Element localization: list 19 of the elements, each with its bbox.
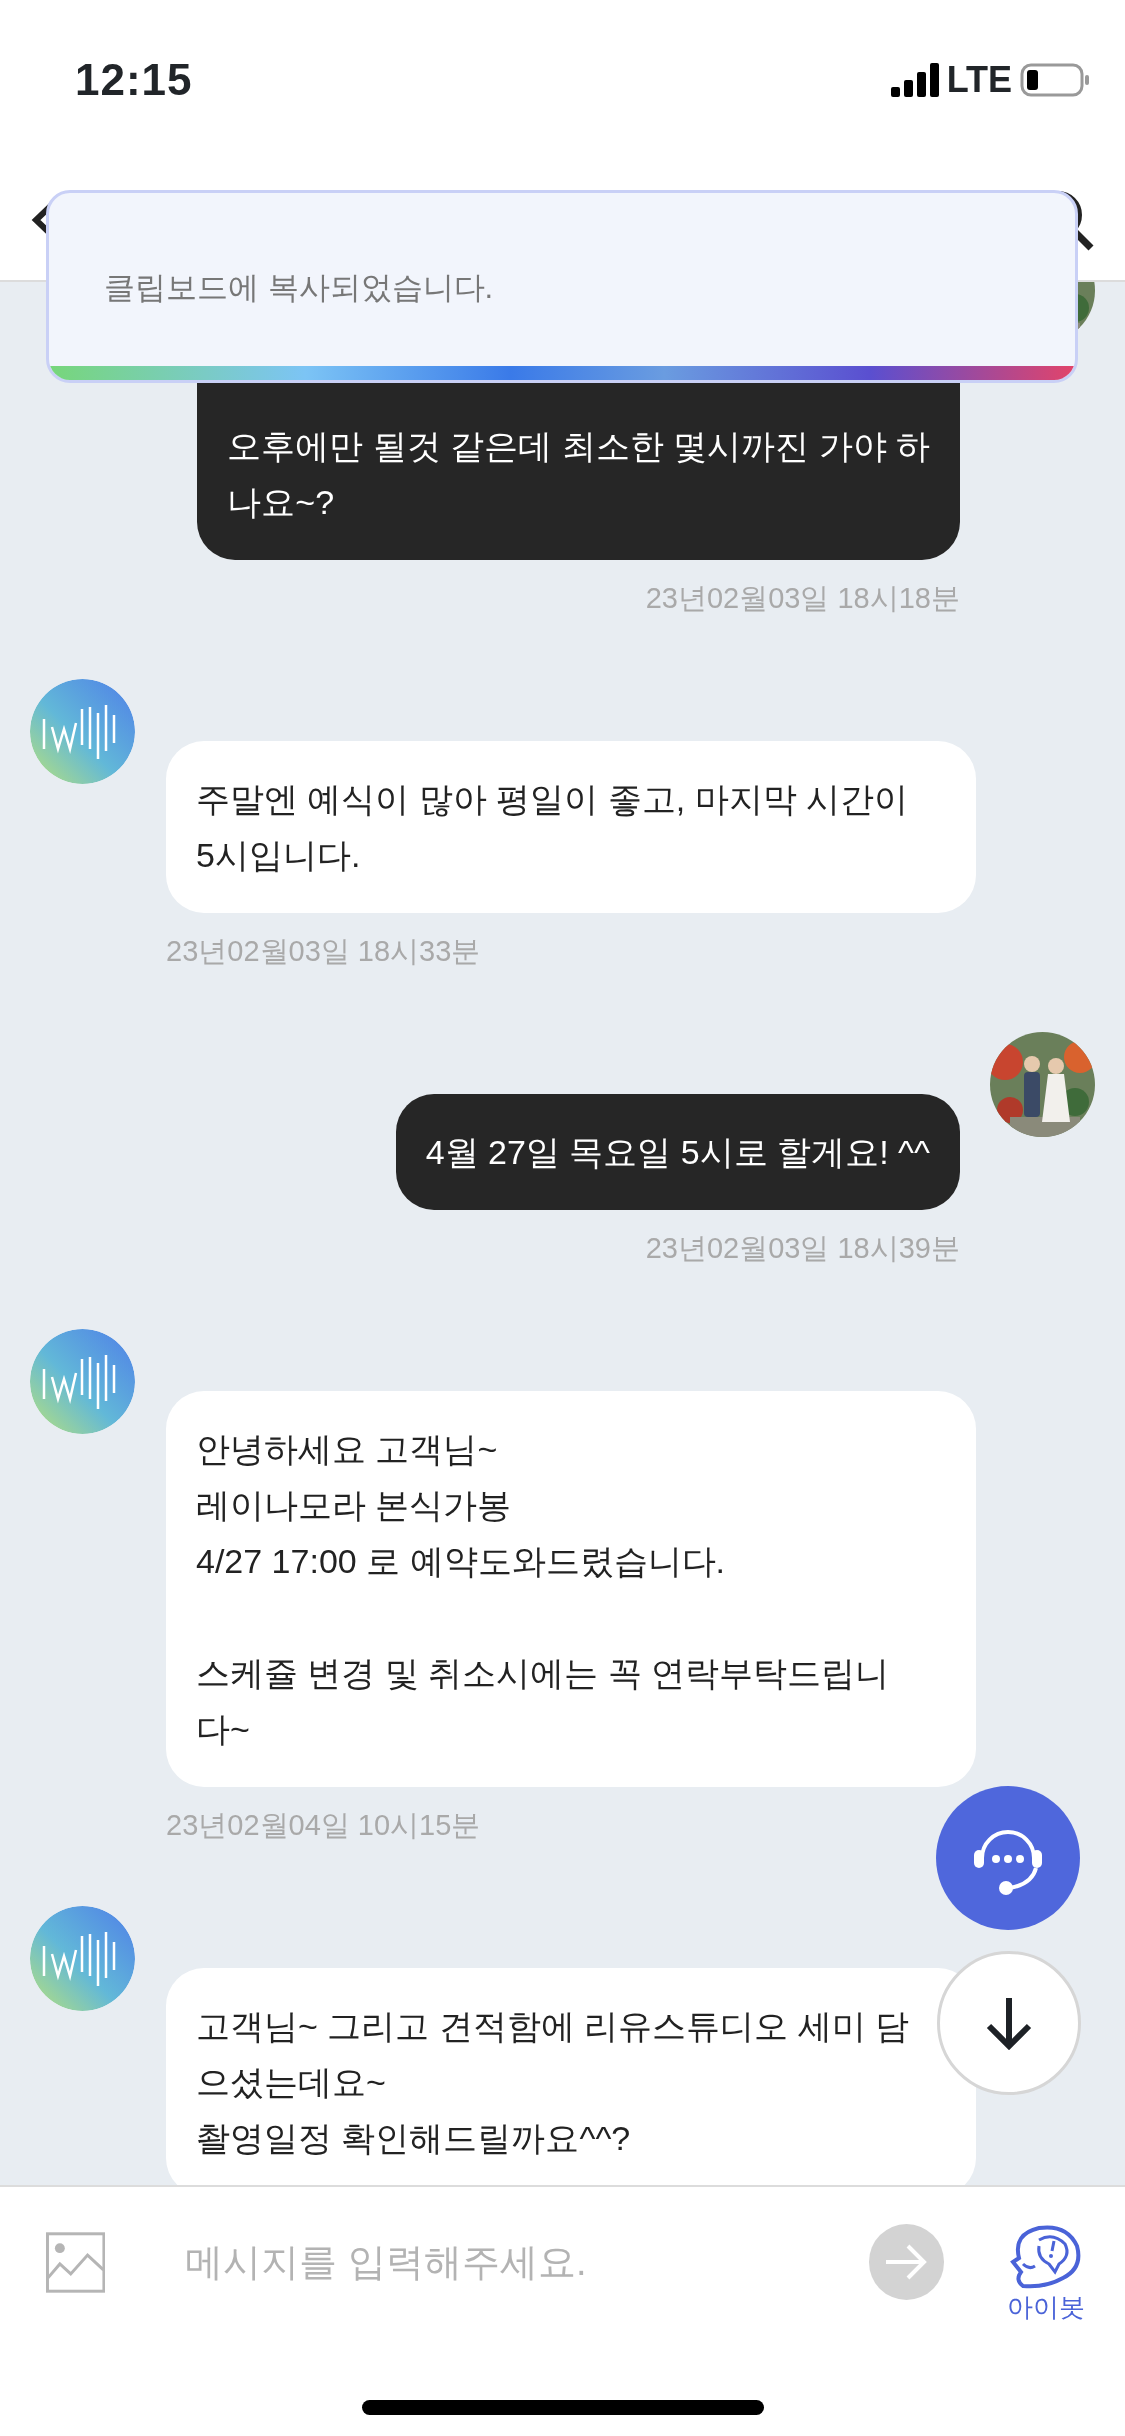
battery-icon — [1020, 63, 1090, 97]
arrow-right-icon — [884, 2242, 929, 2282]
logo-icon — [30, 679, 135, 784]
message-bubble: 주말엔 예식이 많아 평일이 좋고, 마지막 시간이 5시입니다. — [166, 741, 976, 913]
message-bubble: 고객님~ 그리고 견적함에 리유스튜디오 세미 담 으셨는데요~ 촬영일정 확인해드릴까요^^? — [166, 1968, 976, 2185]
signal-icon — [890, 63, 939, 97]
message-bubble: 안녕하세요 고객님~ 레이나모라 본식가봉 4/27 17:00 로 예약도와드렸습니다. 스케쥴 변경 및 취소시에는 꼭 연락부탁드립니 다~ — [166, 1391, 976, 1787]
status-time: 12:15 — [75, 54, 193, 106]
message-time: 23년02월04일 10시15분 — [166, 1808, 482, 1843]
message-time: 23년02월03일 18시18분 — [645, 581, 960, 616]
logo-icon — [30, 1906, 135, 2011]
network-label: LTE — [946, 58, 1012, 102]
message-time: 23년02월03일 18시33분 — [166, 934, 482, 969]
aibot-button[interactable]: 아이봇 — [1007, 2224, 1085, 2322]
arrow-down-icon — [984, 1996, 1034, 2050]
message-bubble: 4월 27일 목요일 5시로 할게요! ^^ — [395, 1094, 960, 1210]
message-time: 23년02월03일 18시39분 — [645, 1231, 960, 1266]
message-input[interactable]: 메시지를 입력해주세요. — [185, 2233, 839, 2291]
logo-icon — [30, 1329, 135, 1434]
